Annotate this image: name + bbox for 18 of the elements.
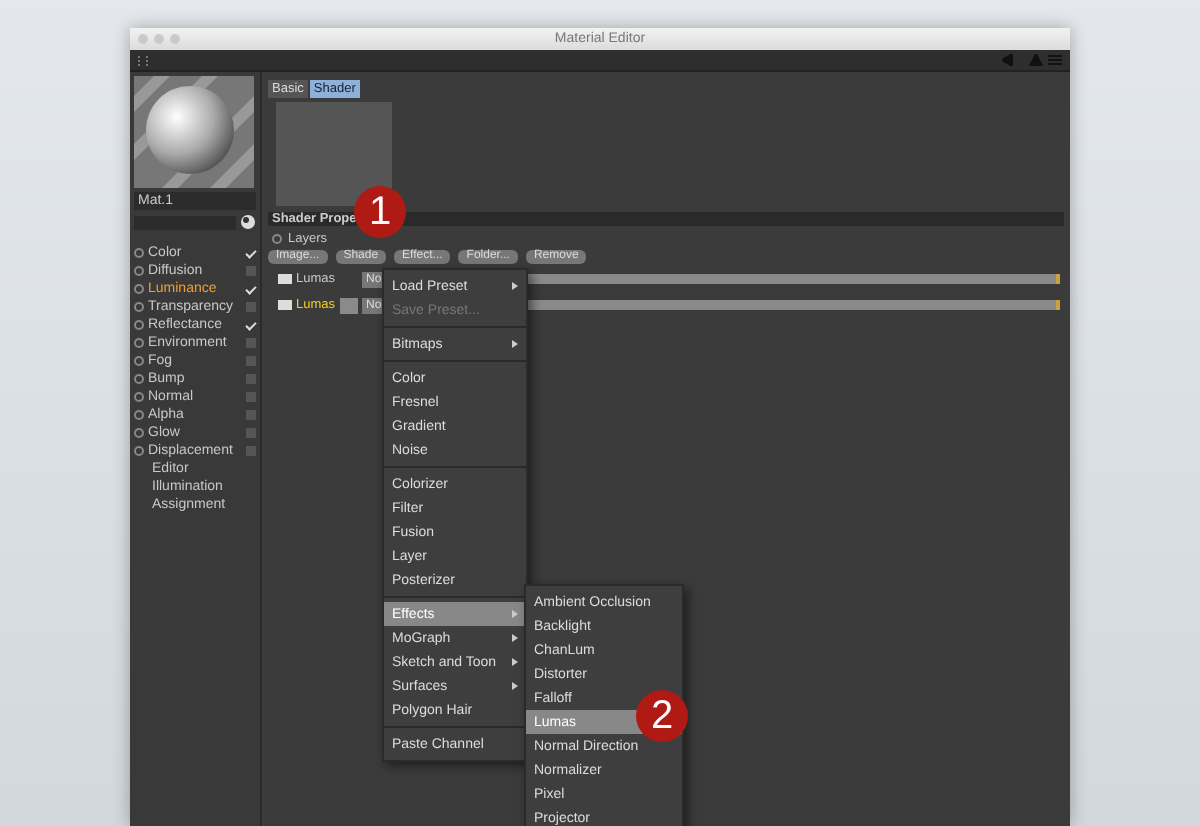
channel-checkbox[interactable]: [245, 319, 257, 331]
image-icon: [278, 300, 292, 310]
channel-checkbox[interactable]: [246, 338, 256, 348]
expand-icon[interactable]: [272, 234, 282, 244]
channel-checkbox[interactable]: [246, 392, 256, 402]
channel-checkbox[interactable]: [246, 410, 256, 420]
channel-checkbox[interactable]: [246, 266, 256, 276]
channel-checkbox[interactable]: [246, 446, 256, 456]
channel-checkbox[interactable]: [246, 374, 256, 384]
channel-checkbox[interactable]: [246, 356, 256, 366]
channel-checkbox[interactable]: [246, 428, 256, 438]
channel-checkbox[interactable]: [245, 283, 257, 295]
material-preview: [134, 76, 254, 188]
grip-icon[interactable]: [138, 55, 148, 65]
image-icon: [278, 274, 292, 284]
sphere-icon[interactable]: [240, 214, 256, 230]
channel-checkbox[interactable]: [245, 247, 257, 259]
channel-checkbox[interactable]: [246, 302, 256, 312]
